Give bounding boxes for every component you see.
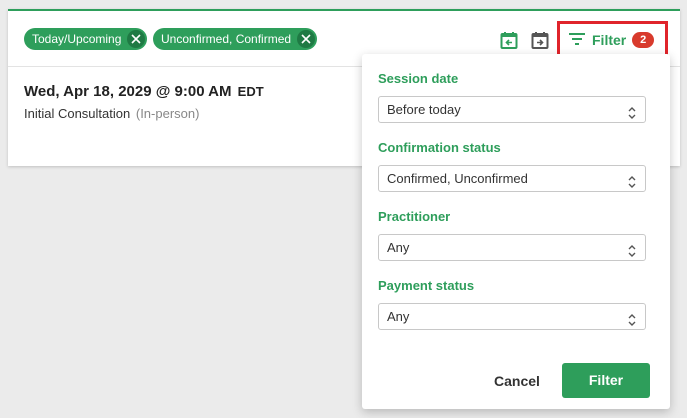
practitioner-label: Practitioner (378, 209, 451, 224)
apply-filter-button[interactable]: Filter (562, 363, 650, 398)
filter-chip-confirmation: Unconfirmed, Confirmed (153, 28, 318, 50)
session-mode: (In-person) (135, 106, 200, 121)
filter-dropdown-panel: Session date Before today Confirmation s… (362, 54, 670, 409)
chip-label: Today/Upcoming (32, 32, 122, 46)
chevron-up-down-icon (627, 103, 637, 119)
filter-lines-icon (568, 32, 586, 49)
session-type: Initial Consultation (In-person) (24, 106, 199, 121)
session-date-label: Session date (378, 71, 459, 86)
chip-label: Unconfirmed, Confirmed (161, 32, 292, 46)
select-value: Before today (387, 102, 461, 117)
confirmation-status-select[interactable]: Confirmed, Unconfirmed (378, 165, 646, 192)
payment-status-select[interactable]: Any (378, 303, 646, 330)
cancel-button[interactable]: Cancel (482, 363, 552, 399)
payment-status-label: Payment status (378, 278, 475, 293)
calendar-arrow-right-icon[interactable] (529, 29, 551, 51)
session-type-text: Initial Consultation (24, 106, 131, 121)
session-datetime-text: Wed, Apr 18, 2029 @ 9:00 AM (24, 83, 232, 100)
confirmation-status-label: Confirmation status (378, 140, 501, 155)
select-value: Confirmed, Unconfirmed (387, 171, 528, 186)
session-timezone: EDT (237, 84, 264, 99)
select-value: Any (387, 309, 410, 324)
filter-chip-today-upcoming: Today/Upcoming (24, 28, 148, 50)
chevron-up-down-icon (627, 172, 637, 188)
session-datetime: Wed, Apr 18, 2029 @ 9:00 AM EDT (24, 83, 264, 100)
active-filter-count-badge: 2 (632, 32, 655, 48)
session-date-select[interactable]: Before today (378, 96, 646, 123)
close-icon[interactable] (127, 30, 146, 48)
close-icon[interactable] (297, 30, 316, 48)
chevron-up-down-icon (627, 241, 637, 257)
filter-toggle-label: Filter (592, 32, 627, 48)
calendar-arrow-left-icon[interactable] (498, 29, 520, 51)
filter-toggle-button[interactable]: Filter 2 (568, 29, 655, 51)
practitioner-select[interactable]: Any (378, 234, 646, 261)
chevron-up-down-icon (627, 310, 637, 326)
select-value: Any (387, 240, 410, 255)
